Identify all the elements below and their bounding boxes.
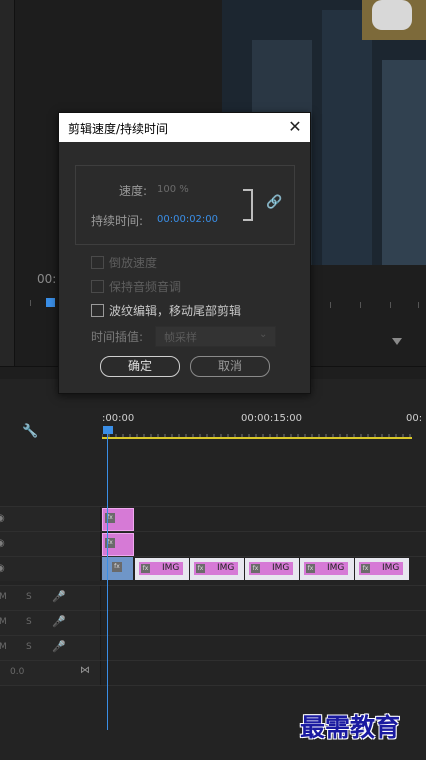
ruler-tick [418, 302, 419, 308]
bowtie-icon[interactable]: ⋈ [80, 665, 90, 676]
reverse-speed-checkbox[interactable] [91, 256, 104, 269]
video-track-v2: ◉ fx [0, 531, 426, 556]
track-header: ◉ [0, 507, 101, 531]
img-clip[interactable]: fx IMG [135, 558, 189, 580]
fx-icon: fx [112, 562, 122, 572]
link-icon[interactable]: 🔗 [266, 195, 282, 211]
dialog-titlebar[interactable]: 剪辑速度/持续时间 ✕ [59, 113, 310, 142]
clip-label: IMG [327, 563, 345, 573]
microphone-icon[interactable]: 🎤 [52, 615, 66, 628]
audio-track-a3: M S 🎤 [0, 635, 426, 660]
track-header: 0.0 ⋈ [0, 661, 101, 685]
track-header: M S 🎤 [0, 611, 101, 635]
interpolation-select[interactable]: 帧采样 ⌄ [155, 326, 276, 347]
audio-track-a2: M S 🎤 [0, 610, 426, 635]
ruler-tick [360, 302, 361, 308]
video-track-v1: ◉ fx fx IMG fx IMG fx IMG fx IMG fx IMG [0, 556, 426, 581]
audio-track-a1: M S 🎤 [0, 585, 426, 610]
master-level[interactable]: 0.0 [10, 667, 24, 677]
track-header: M S 🎤 [0, 586, 101, 610]
interpolation-label: 时间插值: [91, 330, 144, 344]
microphone-icon[interactable]: 🎤 [52, 640, 66, 653]
mute-toggle[interactable]: M [0, 592, 7, 602]
track-header: M S 🎤 [0, 636, 101, 660]
link-bracket [243, 189, 253, 221]
fx-icon: fx [196, 564, 205, 573]
source-tick [30, 300, 31, 306]
duration-value[interactable]: 00:00:02:00 [157, 214, 218, 225]
fx-icon: fx [251, 564, 260, 573]
track-header: ◉ [0, 557, 101, 581]
fx-icon: fx [306, 564, 315, 573]
playhead-handle[interactable] [103, 426, 113, 434]
video-track-v3: ◉ fx [0, 506, 426, 531]
img-clip[interactable]: fx IMG [245, 558, 299, 580]
cancel-button[interactable]: 取消 [190, 356, 270, 377]
source-timecode: 00: [37, 272, 57, 286]
close-icon[interactable]: ✕ [285, 117, 305, 137]
maintain-pitch-checkbox[interactable] [91, 280, 104, 293]
timecode-15s: 00:00:15:00 [241, 413, 303, 424]
fx-icon: fx [361, 564, 370, 573]
duration-label: 持续时间: [91, 214, 144, 228]
wrench-icon[interactable]: 🔧 [22, 424, 38, 439]
solo-toggle[interactable]: S [26, 592, 32, 602]
left-panel-edge [0, 0, 15, 366]
ok-button[interactable]: 确定 [100, 356, 180, 377]
timeline-panel: 🔧 :00:00 00:00:15:00 00: ◉ fx ◉ fx ◉ fx … [0, 366, 426, 760]
clip-label: IMG [272, 563, 290, 573]
ruler-tick [390, 302, 391, 308]
timecode-start: :00:00 [102, 413, 135, 424]
work-area-bar[interactable] [102, 437, 412, 439]
img-clip[interactable]: fx IMG [355, 558, 409, 580]
reverse-speed-label: 倒放速度 [109, 256, 158, 270]
solo-toggle[interactable]: S [26, 617, 32, 627]
speed-duration-group [75, 165, 295, 245]
speed-label: 速度: [119, 184, 148, 198]
ripple-edit-label: 波纹编辑，移动尾部剪辑 [109, 304, 242, 318]
playhead-line [107, 434, 108, 730]
ripple-edit-checkbox[interactable] [91, 304, 104, 317]
microphone-icon[interactable]: 🎤 [52, 590, 66, 603]
source-playhead[interactable] [46, 298, 55, 307]
img-clip[interactable]: fx IMG [300, 558, 354, 580]
solo-toggle[interactable]: S [26, 642, 32, 652]
img-clip[interactable]: fx IMG [190, 558, 244, 580]
fx-icon: fx [141, 564, 150, 573]
clip-label: IMG [382, 563, 400, 573]
ruler-tick [330, 302, 331, 308]
marker-icon[interactable] [392, 338, 402, 345]
eye-icon[interactable]: ◉ [0, 563, 5, 574]
track-header: ◉ [0, 532, 101, 556]
clip-label: IMG [217, 563, 235, 573]
eye-icon[interactable]: ◉ [0, 513, 5, 524]
chevron-down-icon: ⌄ [259, 329, 268, 340]
clip-label: IMG [162, 563, 180, 573]
clip-speed-duration-dialog: 剪辑速度/持续时间 ✕ 速度: 100 % 持续时间: 00:00:02:00 … [58, 112, 311, 394]
dialog-title: 剪辑速度/持续时间 [68, 122, 169, 136]
master-track: 0.0 ⋈ [0, 660, 426, 685]
watermark: 最需教育 [300, 713, 401, 742]
timecode-end: 00: [406, 413, 423, 424]
mute-toggle[interactable]: M [0, 617, 7, 627]
eye-icon[interactable]: ◉ [0, 538, 5, 549]
maintain-pitch-label: 保持音频音调 [109, 280, 182, 294]
mute-toggle[interactable]: M [0, 642, 7, 652]
interpolation-value: 帧采样 [164, 331, 197, 344]
speed-value[interactable]: 100 % [157, 184, 189, 195]
